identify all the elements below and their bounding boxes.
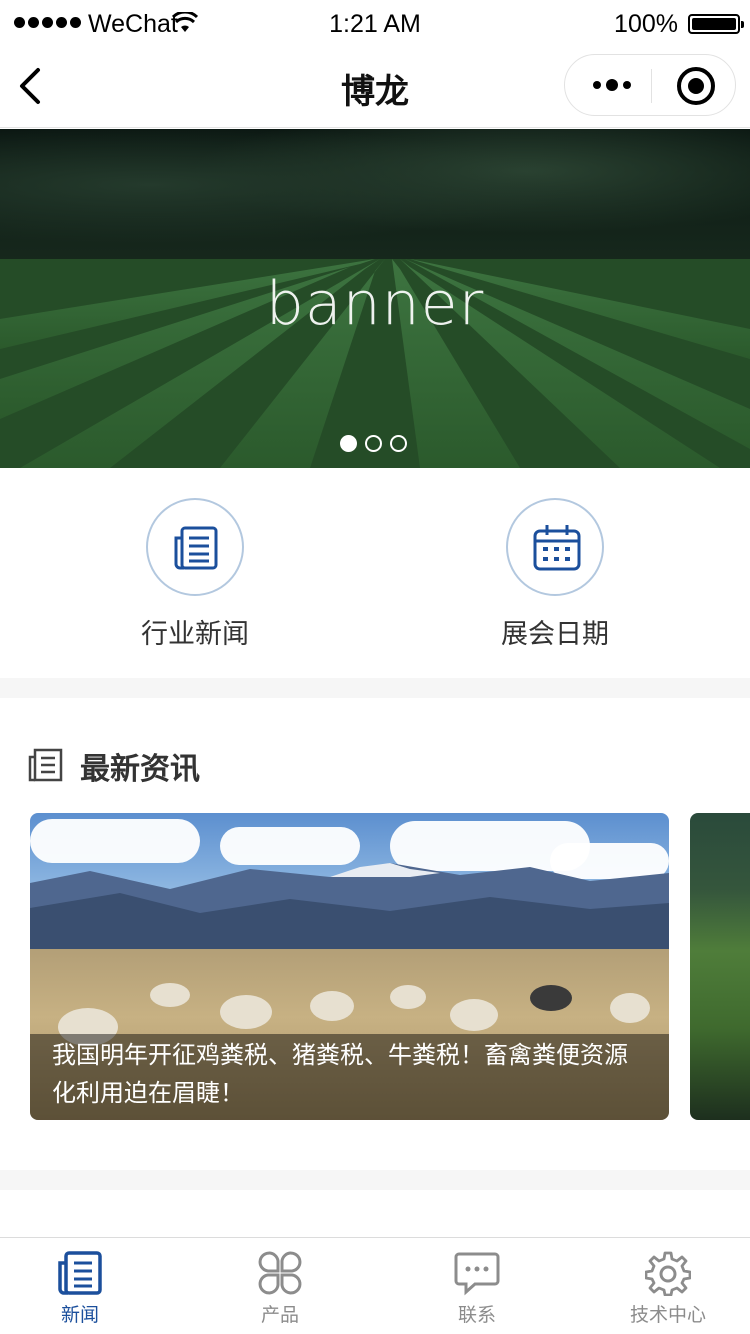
banner-forest-background — [0, 129, 750, 269]
latest-news-title: 最新资讯 — [80, 752, 200, 787]
mini-program-capsule — [564, 54, 736, 116]
section-divider — [0, 1170, 750, 1190]
quick-entries: 行业新闻 展会日期 — [0, 468, 750, 678]
industry-news-label: 行业新闻 — [141, 619, 249, 650]
capsule-divider — [651, 69, 652, 103]
battery-icon — [688, 14, 744, 34]
close-mini-program-icon[interactable] — [677, 67, 715, 105]
section-divider — [0, 678, 750, 698]
carousel-dot[interactable] — [365, 435, 382, 452]
sheep — [530, 985, 572, 1011]
news-image-mountains — [30, 863, 669, 958]
news-card[interactable]: 我国明年开征鸡粪税、猪粪税、牛粪税！畜禽粪便资源化利用迫在眉睫！ — [30, 813, 669, 1120]
sheep — [310, 991, 354, 1021]
industry-news-entry[interactable]: 行业新闻 — [75, 498, 315, 651]
carousel-dot[interactable] — [390, 435, 407, 452]
banner-carousel[interactable]: banner — [0, 129, 750, 468]
tab-bar: 新闻 产品 联系 技术中心 — [0, 1237, 750, 1334]
exhibition-dates-label: 展会日期 — [501, 619, 609, 650]
carousel-dot[interactable] — [340, 435, 357, 452]
tab-contact[interactable]: 联系 — [387, 1238, 567, 1334]
chat-bubble-icon — [454, 1252, 500, 1296]
sheep — [610, 993, 650, 1023]
sheep — [390, 985, 426, 1009]
newspaper-icon — [174, 526, 218, 570]
exhibition-dates-icon-circle — [506, 498, 604, 596]
tab-tech-center-label: 技术中心 — [629, 1304, 706, 1326]
tab-tech-center[interactable]: 技术中心 — [578, 1238, 750, 1334]
news-card-caption: 我国明年开征鸡粪税、猪粪税、牛粪税！畜禽粪便资源化利用迫在眉睫！ — [52, 1041, 628, 1107]
sheep — [220, 995, 272, 1029]
sheep — [450, 999, 498, 1031]
tab-contact-label: 联系 — [457, 1304, 496, 1326]
more-menu-icon[interactable] — [593, 79, 631, 91]
cloud — [220, 827, 360, 865]
industry-news-icon-circle — [146, 498, 244, 596]
calendar-icon — [533, 525, 581, 571]
exhibition-dates-entry[interactable]: 展会日期 — [435, 498, 675, 651]
next-news-card-peek[interactable] — [690, 813, 750, 1120]
gear-icon — [645, 1251, 691, 1296]
grid-flower-icon — [258, 1251, 302, 1295]
cloud — [30, 819, 200, 863]
news-list-icon — [28, 748, 63, 782]
navigation-bar: 博龙 — [0, 50, 750, 128]
tab-products-label: 产品 — [260, 1304, 299, 1326]
newspaper-icon — [58, 1251, 102, 1295]
latest-news-header: 最新资讯 — [28, 746, 200, 787]
status-bar: WeChat 1:21 AM 100% — [0, 0, 750, 50]
banner-text: banner — [265, 269, 485, 339]
tab-products[interactable]: 产品 — [190, 1238, 370, 1334]
tab-news[interactable]: 新闻 — [0, 1238, 170, 1334]
carousel-indicators — [340, 435, 407, 452]
battery-percentage: 100% — [614, 10, 678, 38]
tab-news-label: 新闻 — [60, 1304, 99, 1326]
sheep — [150, 983, 190, 1007]
